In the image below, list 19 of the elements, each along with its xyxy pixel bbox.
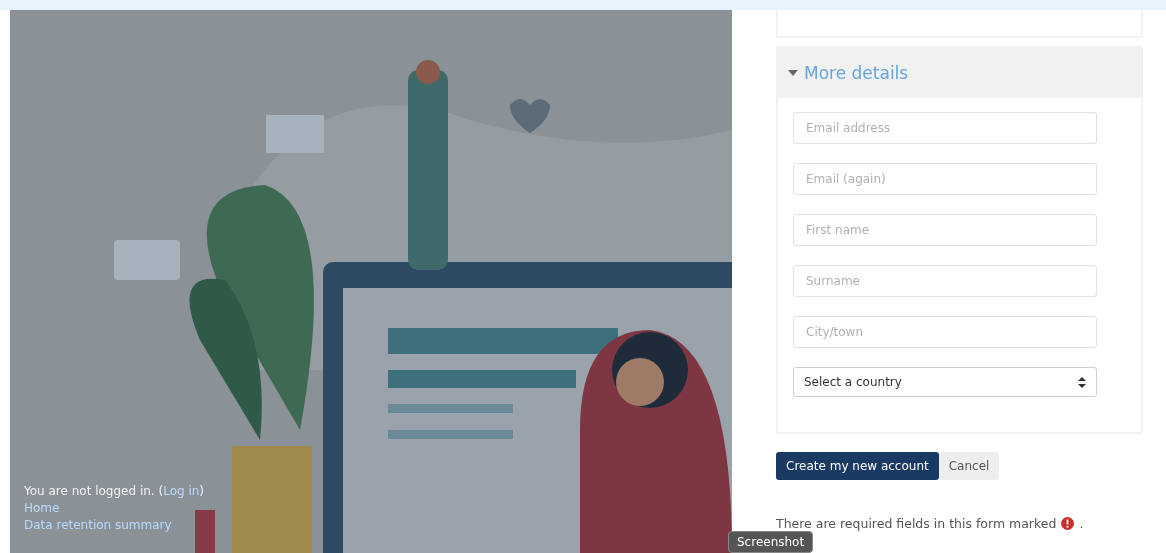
footer-link[interactable]: Data retention summary — [24, 518, 172, 532]
sort-arrows-icon — [1078, 376, 1086, 388]
login-status-text: You are not logged in. (Log in) — [24, 484, 205, 498]
input-field[interactable]: Surname — [793, 265, 1097, 297]
section-header[interactable]: More details — [778, 48, 1141, 98]
input-field[interactable]: Email address — [793, 112, 1097, 144]
input-field[interactable]: City/town — [793, 316, 1097, 348]
tooltip: Screenshot — [728, 531, 814, 553]
section-title: More details — [804, 63, 909, 83]
country-select[interactable]: Select a country — [793, 367, 1097, 397]
log-in-link[interactable]: Log in — [163, 484, 200, 498]
required-note-text: There are required fields in this form marked — [776, 516, 1057, 531]
input-field[interactable]: First name — [793, 214, 1097, 246]
exclamation-icon — [1061, 517, 1075, 530]
period-text: . — [1079, 516, 1084, 531]
footer-link[interactable]: Home — [24, 501, 60, 515]
input-field[interactable]: Email (again) — [793, 163, 1097, 195]
submit-button[interactable]: Create my new account — [776, 452, 939, 480]
cancel-button[interactable]: Cancel — [938, 452, 1000, 480]
